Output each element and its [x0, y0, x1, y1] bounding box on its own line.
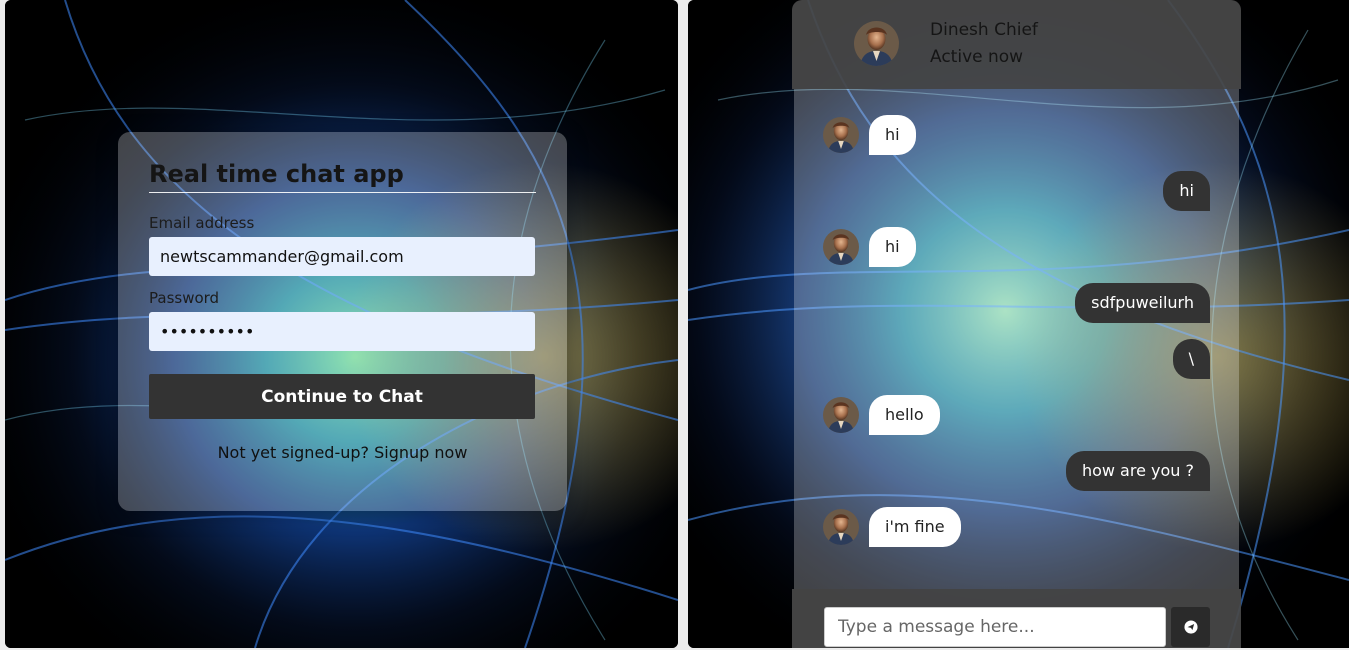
- message-input[interactable]: [824, 607, 1166, 647]
- incoming-message: hi: [823, 115, 916, 155]
- contact-status: Active now: [930, 47, 1024, 67]
- incoming-message: i'm fine: [823, 507, 961, 547]
- message-bubble: i'm fine: [869, 507, 961, 547]
- incoming-message: hello: [823, 395, 940, 435]
- outgoing-message: how are you ?: [1065, 451, 1210, 491]
- login-panel: Real time chat app Email address Passwor…: [5, 0, 678, 648]
- send-icon: [1183, 620, 1198, 634]
- message-composer: [792, 589, 1241, 648]
- message-list: hi hi hi sdfpuweilurh \ hello how are you ? i'm…: [794, 89, 1239, 589]
- sender-avatar: [823, 397, 859, 433]
- email-field[interactable]: [149, 237, 535, 276]
- signup-link[interactable]: Signup now: [374, 443, 467, 462]
- chat-panel: Dinesh Chief Active now hi hi hi sdfpuweilu…: [688, 0, 1349, 648]
- contact-avatar: [854, 21, 899, 66]
- outgoing-message: sdfpuweilurh: [1075, 283, 1210, 323]
- password-field[interactable]: [149, 312, 535, 351]
- message-bubble: hello: [869, 395, 940, 435]
- login-card: Real time chat app Email address Passwor…: [118, 132, 567, 511]
- signup-prompt-line: Not yet signed-up? Signup now: [149, 443, 536, 462]
- sender-avatar: [823, 509, 859, 545]
- message-bubble: hi: [1163, 171, 1210, 211]
- signup-prompt-text: Not yet signed-up?: [217, 443, 370, 462]
- continue-to-chat-button[interactable]: Continue to Chat: [149, 374, 535, 419]
- message-bubble: hi: [869, 227, 916, 267]
- chat-header: Dinesh Chief Active now: [792, 0, 1241, 89]
- send-button[interactable]: [1171, 607, 1210, 647]
- sender-avatar: [823, 117, 859, 153]
- message-bubble: hi: [869, 115, 916, 155]
- contact-name: Dinesh Chief: [930, 20, 1038, 40]
- outgoing-message: \: [1172, 339, 1210, 379]
- incoming-message: hi: [823, 227, 916, 267]
- message-bubble: sdfpuweilurh: [1075, 283, 1210, 323]
- message-bubble: \: [1172, 339, 1210, 379]
- chat-window: Dinesh Chief Active now hi hi hi sdfpuweilu…: [792, 0, 1241, 648]
- email-label: Email address: [149, 214, 255, 232]
- app-title: Real time chat app: [149, 160, 536, 193]
- password-label: Password: [149, 289, 220, 307]
- sender-avatar: [823, 229, 859, 265]
- outgoing-message: hi: [1163, 171, 1210, 211]
- message-bubble: how are you ?: [1065, 451, 1210, 491]
